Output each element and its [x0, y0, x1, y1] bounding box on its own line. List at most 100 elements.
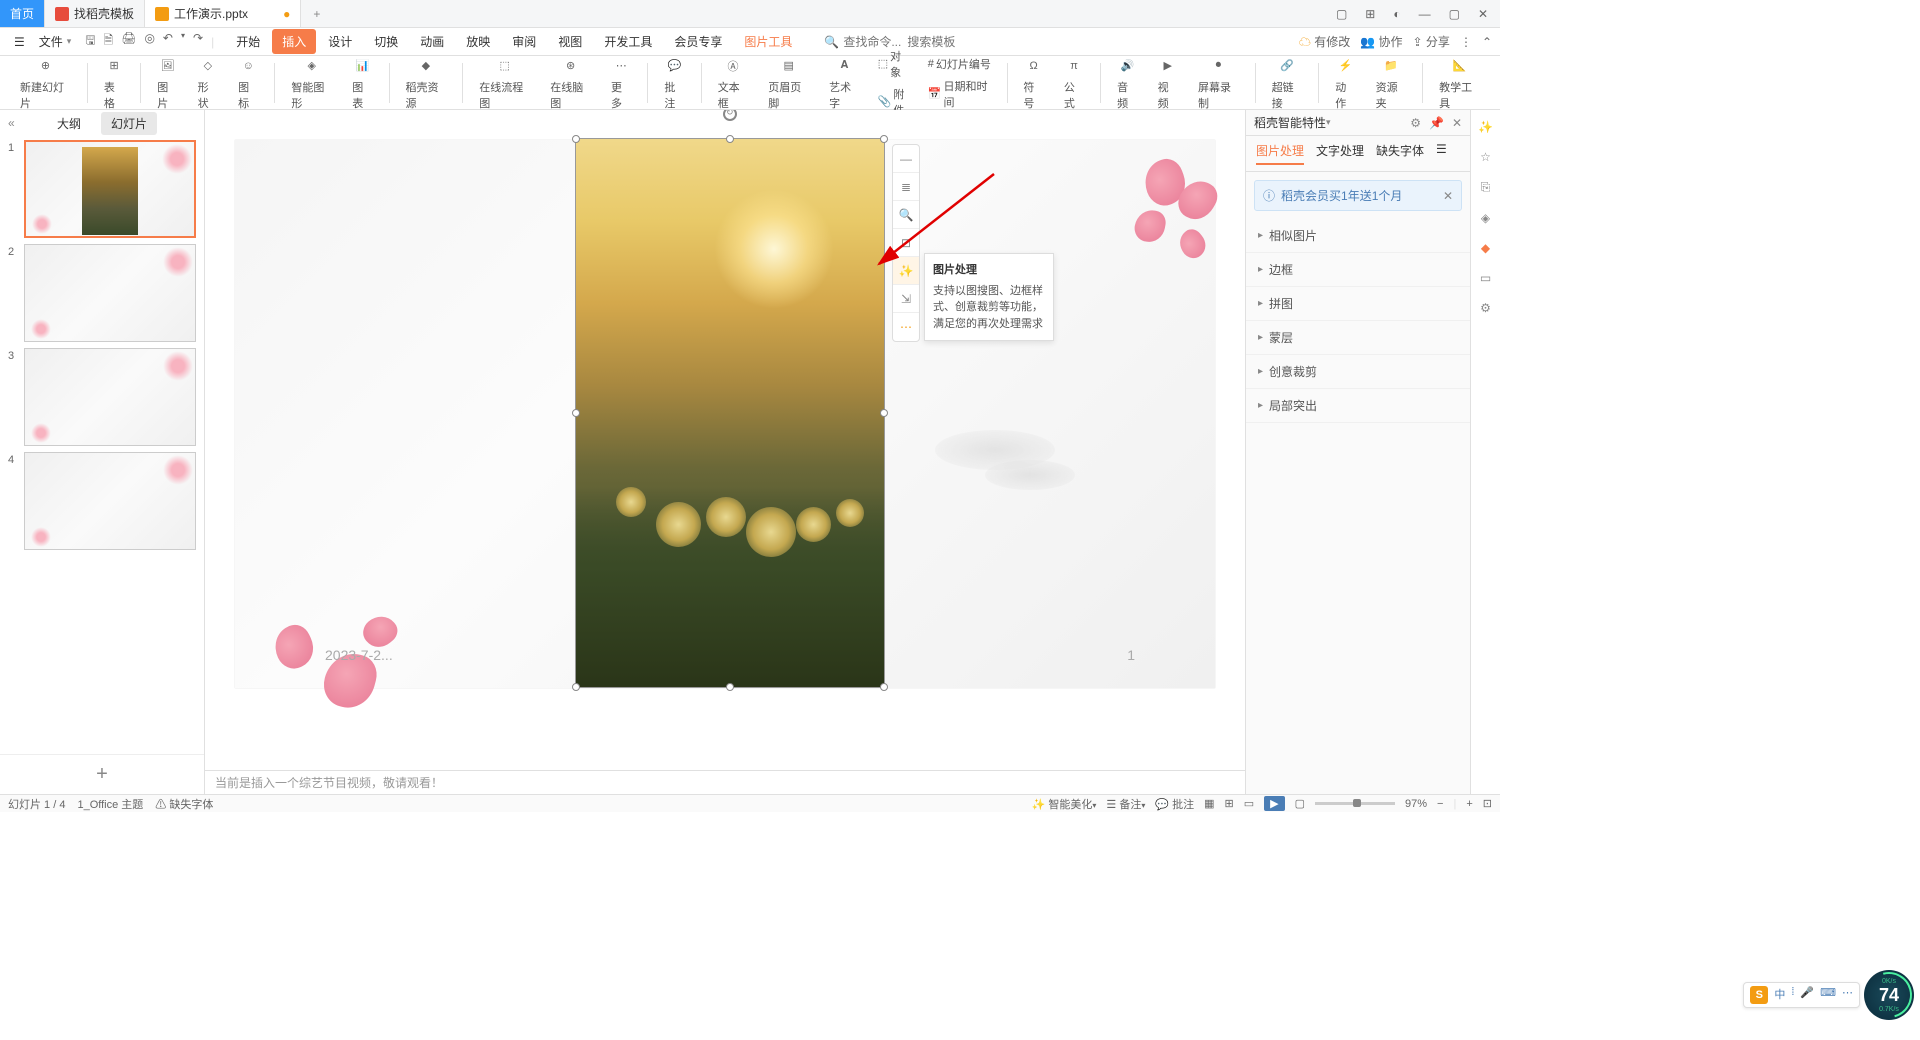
- ribbon-wordart[interactable]: 𝐀艺术字: [821, 53, 868, 113]
- status-theme[interactable]: 1_Office 主题: [77, 796, 143, 812]
- rp-section-crop[interactable]: ▸创意裁剪: [1246, 355, 1470, 389]
- export-icon[interactable]: ⇲: [893, 285, 919, 313]
- new-tab-button[interactable]: +: [301, 0, 332, 27]
- avatar-icon[interactable]: ◐: [1389, 5, 1404, 23]
- ribbon-link[interactable]: 🔗超链接: [1264, 53, 1311, 113]
- ribbon-textbox[interactable]: Ⓐ文本框: [710, 53, 757, 113]
- canvas-scroll[interactable]: 2023-7-2... 1: [205, 110, 1245, 770]
- ribbon-mind[interactable]: ⊛在线脑图: [542, 53, 599, 113]
- resize-handle[interactable]: [726, 135, 734, 143]
- ribbon-folder[interactable]: 📁资源夹: [1368, 53, 1415, 113]
- rotate-handle[interactable]: [723, 110, 737, 121]
- more-icon[interactable]: ⋮: [1460, 35, 1472, 49]
- save-icon[interactable]: 🖫: [85, 31, 95, 52]
- zoom-minus-icon[interactable]: −: [1437, 798, 1443, 810]
- menu-tab-design[interactable]: 设计: [318, 29, 362, 54]
- ribbon-datetime[interactable]: 📅日期和时间: [922, 76, 999, 112]
- resize-handle[interactable]: [880, 409, 888, 417]
- tab-templates[interactable]: 找稻壳模板: [45, 0, 145, 27]
- resize-handle[interactable]: [572, 135, 580, 143]
- menu-tab-present[interactable]: 放映: [456, 29, 500, 54]
- close-button[interactable]: ✕: [1474, 5, 1492, 23]
- zoom-icon[interactable]: 🔍: [893, 201, 919, 229]
- close-panel-icon[interactable]: ✕: [1452, 116, 1462, 130]
- more-options-icon[interactable]: ⋯: [893, 313, 919, 341]
- minimize-button[interactable]: —: [1415, 5, 1435, 23]
- layers-icon[interactable]: ≣: [893, 173, 919, 201]
- menu-tab-start[interactable]: 开始: [226, 29, 270, 54]
- ribbon-formula[interactable]: π公式: [1056, 53, 1092, 113]
- status-fonts[interactable]: ⚠ 缺失字体: [155, 796, 213, 812]
- menu-tab-review[interactable]: 审阅: [502, 29, 546, 54]
- thumbnail-3[interactable]: [24, 348, 196, 446]
- zoom-slider[interactable]: [1315, 802, 1395, 805]
- menu-icon[interactable]: ☰: [8, 32, 31, 52]
- file-menu[interactable]: 文件▾: [33, 30, 78, 53]
- resize-handle[interactable]: [726, 683, 734, 691]
- share-button[interactable]: ⇪ 分享: [1413, 33, 1450, 50]
- rp-section-highlight[interactable]: ▸局部突出: [1246, 389, 1470, 423]
- rp-tab-image[interactable]: 图片处理: [1256, 142, 1304, 165]
- ribbon-record[interactable]: ⏺屏幕录制: [1190, 53, 1247, 113]
- layout-icon[interactable]: ▢: [1332, 5, 1351, 23]
- mini-layers-icon[interactable]: ◈: [1481, 211, 1490, 225]
- add-slide-button[interactable]: +: [0, 754, 204, 794]
- performance-widget[interactable]: 0K/s 74 0.7K/s: [1864, 970, 1914, 1020]
- zoom-plus-icon[interactable]: +: [1466, 798, 1472, 810]
- resize-handle[interactable]: [880, 135, 888, 143]
- rp-section-similar[interactable]: ▸相似图片: [1246, 219, 1470, 253]
- tab-document[interactable]: 工作演示.pptx●: [145, 0, 301, 27]
- ribbon-resource[interactable]: ◆稻壳资源: [398, 53, 455, 113]
- collapse-toolbar-icon[interactable]: —: [893, 145, 919, 173]
- mini-star-icon[interactable]: ☆: [1480, 150, 1491, 164]
- ime-more-icon[interactable]: ⋯: [1842, 986, 1853, 1004]
- menu-tab-transition[interactable]: 切换: [364, 29, 408, 54]
- menu-tab-vip[interactable]: 会员专享: [664, 29, 732, 54]
- menu-tab-image-tools[interactable]: 图片工具: [734, 29, 802, 54]
- menu-tab-insert[interactable]: 插入: [272, 29, 316, 54]
- promo-banner[interactable]: ⓘ 稻壳会员买1年送1个月 ✕: [1254, 180, 1462, 211]
- resize-handle[interactable]: [572, 409, 580, 417]
- ribbon-video[interactable]: ▶视频: [1150, 53, 1186, 113]
- menu-tab-dev[interactable]: 开发工具: [594, 29, 662, 54]
- undo-dropdown-icon[interactable]: ▾: [181, 31, 185, 52]
- view-slideshow-icon[interactable]: ▶: [1264, 796, 1284, 811]
- tab-outline[interactable]: 大纲: [47, 112, 91, 135]
- zoom-thumb[interactable]: [1353, 799, 1361, 807]
- rp-tab-text[interactable]: 文字处理: [1316, 142, 1364, 165]
- mini-diamond-icon[interactable]: ◆: [1481, 241, 1490, 255]
- ribbon-object[interactable]: ⬚对象: [872, 46, 918, 82]
- ribbon-symbol[interactable]: Ω符号: [1015, 53, 1051, 113]
- resize-handle[interactable]: [572, 683, 580, 691]
- ribbon-flow[interactable]: ⬚在线流程图: [471, 53, 538, 113]
- fit-icon[interactable]: ⊡: [1483, 797, 1492, 810]
- view-normal-icon[interactable]: ▦: [1204, 797, 1214, 810]
- ribbon-shape[interactable]: ◇形状: [190, 53, 226, 113]
- banner-close-icon[interactable]: ✕: [1443, 189, 1453, 203]
- menu-tab-view[interactable]: 视图: [548, 29, 592, 54]
- thumbnail-1[interactable]: [24, 140, 196, 238]
- ribbon-icons[interactable]: ☺图标: [230, 53, 266, 113]
- selected-image[interactable]: — ≣ 🔍 ⊡ ✨ ⇲ ⋯ 图片处理 支持以图搜图、边框样式、创意裁剪等功能，满…: [575, 138, 885, 688]
- rp-section-border[interactable]: ▸边框: [1246, 253, 1470, 287]
- thumbnail-2[interactable]: [24, 244, 196, 342]
- mini-copy-icon[interactable]: ⎘: [1481, 180, 1491, 195]
- crop-icon[interactable]: ⊡: [893, 229, 919, 257]
- ribbon-header[interactable]: ▤页眉页脚: [760, 53, 817, 113]
- status-beautify[interactable]: ✨ 智能美化▾: [1032, 796, 1097, 812]
- maximize-button[interactable]: ▢: [1445, 5, 1464, 23]
- view-sorter-icon[interactable]: ⊞: [1225, 797, 1234, 810]
- resize-handle[interactable]: [880, 683, 888, 691]
- rp-section-collage[interactable]: ▸拼图: [1246, 287, 1470, 321]
- tab-slides[interactable]: 幻灯片: [101, 112, 157, 135]
- apps-icon[interactable]: ⊞: [1361, 5, 1379, 23]
- cloud-status[interactable]: ☁ 有修改: [1299, 33, 1350, 50]
- mini-book-icon[interactable]: ▭: [1480, 271, 1491, 285]
- rp-tab-menu-icon[interactable]: ☰: [1436, 142, 1447, 165]
- ribbon-comment[interactable]: 💬批注: [656, 53, 692, 113]
- ime-mic-icon[interactable]: 🎤: [1800, 986, 1814, 1004]
- ime-kbd-icon[interactable]: ⌨: [1820, 986, 1836, 1004]
- undo-icon[interactable]: ↶: [163, 31, 173, 52]
- ribbon-chart[interactable]: 📊图表: [344, 53, 380, 113]
- notes-pane[interactable]: 当前是插入一个综艺节目视频，敬请观看！: [205, 770, 1245, 794]
